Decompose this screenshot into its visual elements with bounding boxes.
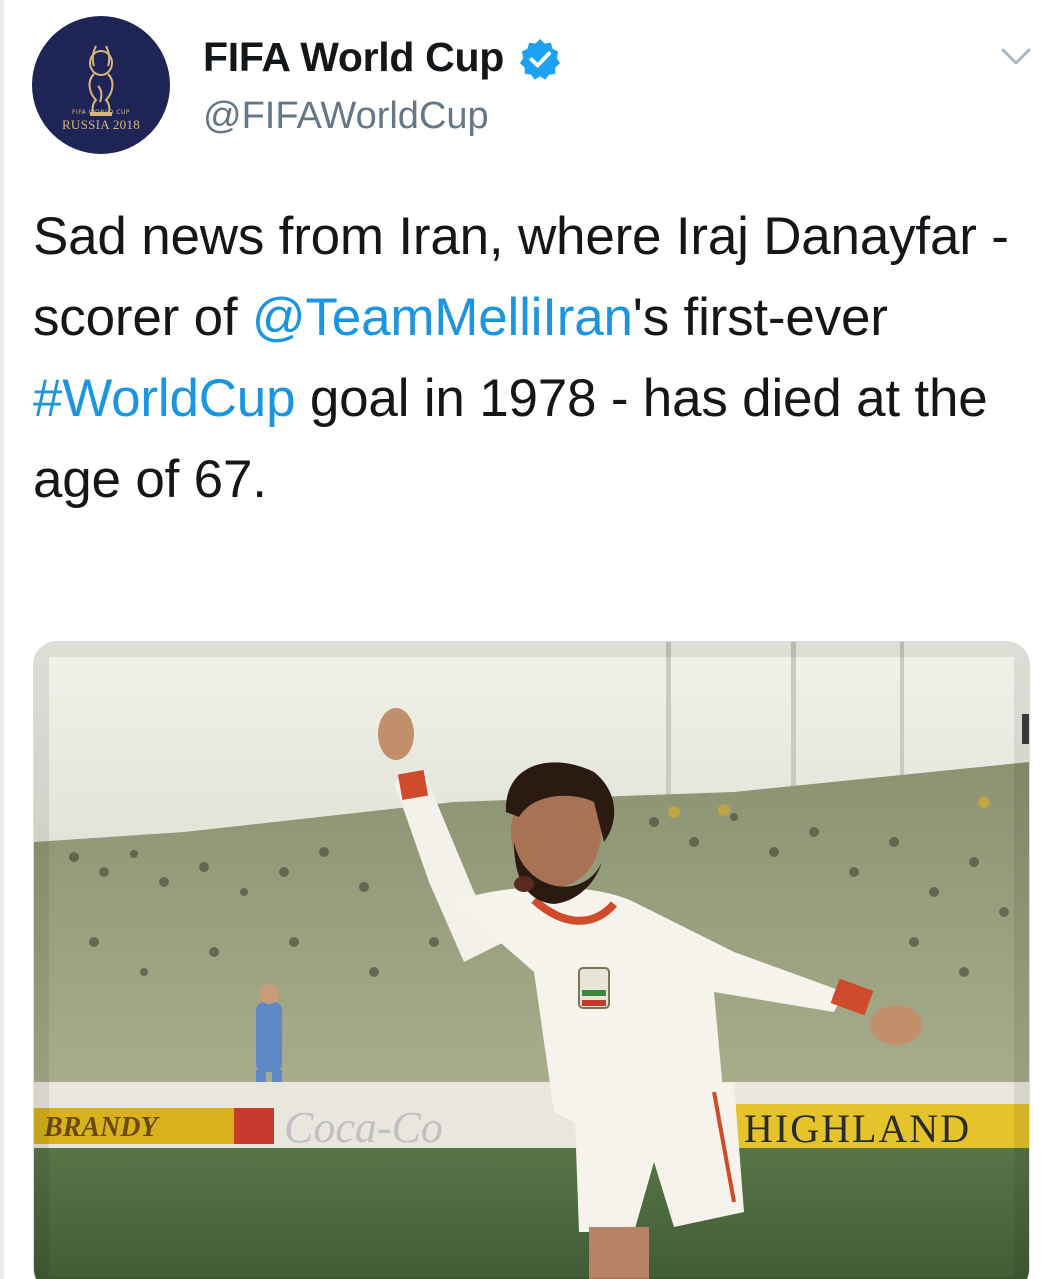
chevron-down-icon[interactable] — [1000, 44, 1032, 68]
board-brandy: BRANDY — [43, 1112, 160, 1143]
avatar-caption: FIFA WORLD CUP — [71, 109, 131, 116]
world-cup-trophy-icon — [88, 45, 114, 116]
tweet-text: Sad news from Iran, where Iraj Danayfar … — [33, 196, 1023, 520]
hashtag-link[interactable]: #WorldCup — [33, 369, 296, 428]
avatar-title: RUSSIA 2018 — [61, 117, 141, 132]
author-name[interactable]: FIFA World Cup — [203, 34, 504, 81]
board-coca-cola: Coca-Co — [284, 1103, 443, 1152]
author-handle[interactable]: @FIFAWorldCup — [203, 95, 489, 138]
player-photo: BRANDY Coca-Co HIGHLAND — [34, 642, 1029, 1279]
tweet-text-part: 's first-ever — [632, 288, 888, 347]
tweet-photo[interactable]: BRANDY Coca-Co HIGHLAND — [33, 641, 1030, 1279]
timeline-rule — [0, 0, 4, 1279]
board-highland: HIGHLAND — [744, 1106, 971, 1151]
mention-link[interactable]: @TeamMelliIran — [252, 288, 633, 347]
verified-badge-icon — [520, 39, 560, 80]
avatar[interactable]: FIFA WORLD CUP RUSSIA 2018 — [32, 16, 170, 154]
tweet-card: FIFA WORLD CUP RUSSIA 2018 FIFA World Cu… — [0, 0, 1042, 1279]
